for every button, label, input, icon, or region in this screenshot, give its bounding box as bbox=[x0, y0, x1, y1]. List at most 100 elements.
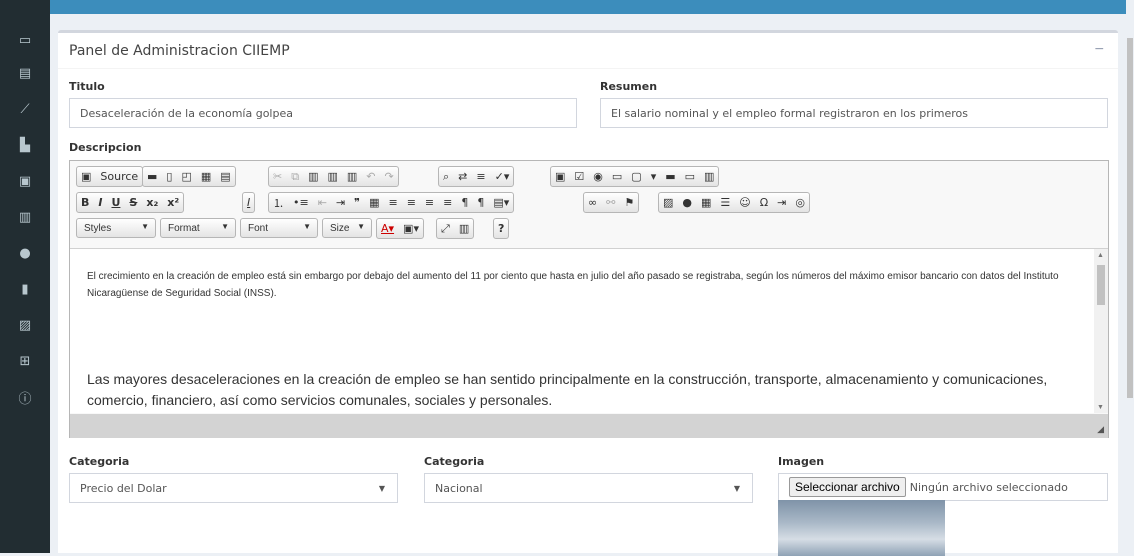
radio-icon[interactable]: ◉ bbox=[593, 170, 603, 183]
align-center-icon[interactable]: ≡ bbox=[407, 196, 416, 209]
titulo-input[interactable]: Desaceleración de la economía golpea bbox=[69, 98, 577, 128]
div-icon[interactable]: ▦ bbox=[369, 196, 379, 209]
select-all-icon[interactable]: ≡ bbox=[476, 170, 485, 183]
table-icon[interactable]: ▦ bbox=[701, 196, 711, 209]
save-icon[interactable]: ▬ bbox=[147, 170, 157, 183]
superscript-icon[interactable]: x² bbox=[167, 196, 179, 209]
maximize-icon[interactable]: ⤢ bbox=[441, 222, 450, 236]
plus-square-icon[interactable]: ⊞ bbox=[0, 351, 50, 371]
ltr-icon[interactable]: ¶ bbox=[461, 196, 468, 209]
insert-image-icon[interactable]: ▨ bbox=[663, 196, 673, 209]
scroll-down-icon[interactable]: ▼ bbox=[1097, 404, 1104, 411]
horizontal-rule-icon[interactable]: ☰ bbox=[720, 196, 730, 209]
cut-icon[interactable]: ✂ bbox=[273, 170, 282, 183]
outdent-icon[interactable]: ⇤ bbox=[318, 196, 327, 209]
editor-scrollbar[interactable]: ▲ ▼ bbox=[1094, 249, 1108, 413]
spellcheck-icon[interactable]: ✓▾ bbox=[495, 170, 510, 183]
format-dropdown[interactable]: Format ▼ bbox=[160, 218, 236, 238]
styles-dropdown[interactable]: Styles ▼ bbox=[76, 218, 156, 238]
bg-color-icon[interactable]: ▣▾ bbox=[403, 222, 419, 235]
indent-icon[interactable]: ⇥ bbox=[336, 196, 345, 209]
rtl-icon[interactable]: ¶ bbox=[477, 196, 484, 209]
paste-text-icon[interactable]: ▥ bbox=[327, 170, 337, 183]
align-right-icon[interactable]: ≡ bbox=[425, 196, 434, 209]
paste-word-icon[interactable]: ▥ bbox=[347, 170, 357, 183]
book-icon[interactable]: ▥ bbox=[0, 207, 50, 227]
pdf-icon[interactable]: ▣ bbox=[0, 171, 50, 191]
file-icon[interactable]: ▮ bbox=[0, 279, 50, 299]
form-icon[interactable]: ▣ bbox=[555, 170, 565, 183]
undo-icon[interactable]: ↶ bbox=[366, 170, 375, 183]
size-dropdown[interactable]: Size ▼ bbox=[322, 218, 372, 238]
page-scrollbar-thumb[interactable] bbox=[1127, 38, 1133, 398]
flash-icon[interactable]: ● bbox=[682, 196, 692, 209]
bar-chart-icon[interactable]: ▙ bbox=[0, 135, 50, 155]
new-page-icon[interactable]: ▯ bbox=[166, 170, 172, 183]
paste-icon[interactable]: ▥ bbox=[308, 170, 318, 183]
iframe-icon[interactable]: ◎ bbox=[795, 196, 805, 209]
replace-icon[interactable]: ⇄ bbox=[458, 170, 467, 183]
collapse-button[interactable]: − bbox=[1095, 41, 1104, 59]
editor-content[interactable]: El crecimiento en la creación de empleo … bbox=[70, 248, 1108, 413]
hidden-field-icon[interactable]: ▥ bbox=[704, 170, 714, 183]
categoria-select[interactable]: Precio del Dolar ▼ bbox=[69, 473, 398, 503]
choose-file-button[interactable]: Seleccionar archivo bbox=[789, 477, 906, 497]
comments-icon[interactable]: ● bbox=[0, 243, 50, 263]
smiley-icon[interactable]: ☺ bbox=[739, 196, 750, 209]
checkbox-icon[interactable]: ☑ bbox=[574, 170, 584, 183]
resumen-label: Resumen bbox=[600, 80, 658, 93]
font-dropdown[interactable]: Font ▼ bbox=[240, 218, 318, 238]
anchor-icon[interactable]: ⚑ bbox=[624, 196, 634, 209]
select-icon[interactable]: ▾ bbox=[651, 170, 657, 183]
remove-format-icon[interactable]: I bbox=[247, 196, 250, 209]
resumen-input[interactable]: El salario nominal y el empleo formal re… bbox=[600, 98, 1108, 128]
link-icon[interactable]: ∞ bbox=[588, 196, 597, 209]
numbered-list-icon[interactable]: ⒈ bbox=[273, 195, 284, 211]
templates-icon[interactable]: ▤ bbox=[220, 170, 230, 183]
image-icon[interactable]: ▨ bbox=[0, 315, 50, 335]
categoria-select-2[interactable]: Nacional ▼ bbox=[424, 473, 753, 503]
bold-icon[interactable]: B bbox=[81, 196, 89, 209]
id-card-icon[interactable]: ▤ bbox=[0, 63, 50, 83]
language-icon[interactable]: ▤▾ bbox=[493, 196, 509, 209]
textarea-icon[interactable]: ▢ bbox=[631, 170, 641, 183]
line-chart-icon[interactable]: ⟋ bbox=[0, 99, 50, 119]
preview-icon[interactable]: ◰ bbox=[181, 170, 191, 183]
blockquote-icon[interactable]: ❞ bbox=[354, 196, 360, 209]
text-color-icon[interactable]: A▾ bbox=[381, 222, 394, 235]
resize-handle-icon[interactable]: ◢ bbox=[1097, 424, 1104, 435]
descripcion-label: Descripcion bbox=[69, 141, 142, 154]
toolbar-row-3: Styles ▼ Format ▼ Font ▼ Size ▼ A▾ ▣▾ ⤢ ▥ ? bbox=[70, 217, 1108, 241]
sidebar: ▭ ▤ ⟋ ▙ ▣ ▥ ● ▮ ▨ ⊞ ⓘ bbox=[0, 0, 50, 553]
file-input[interactable]: Seleccionar archivo Ningún archivo selec… bbox=[778, 473, 1108, 501]
print-icon[interactable]: ▦ bbox=[201, 170, 211, 183]
categoria-label-2: Categoria bbox=[424, 455, 485, 468]
image-button-icon[interactable]: ▭ bbox=[685, 170, 695, 183]
button-icon[interactable]: ▬ bbox=[665, 170, 675, 183]
strike-icon[interactable]: S bbox=[129, 196, 137, 209]
underline-icon[interactable]: U bbox=[111, 196, 120, 209]
align-justify-icon[interactable]: ≡ bbox=[443, 196, 452, 209]
show-blocks-icon[interactable]: ▥ bbox=[459, 222, 469, 235]
bulleted-list-icon[interactable]: •≡ bbox=[293, 196, 309, 209]
copy-icon[interactable]: ⧉ bbox=[291, 170, 299, 184]
align-left-icon[interactable]: ≡ bbox=[388, 196, 397, 209]
subscript-icon[interactable]: x₂ bbox=[146, 196, 158, 209]
info-icon[interactable]: ⓘ bbox=[0, 387, 50, 407]
laptop-icon[interactable]: ▭ bbox=[0, 30, 50, 50]
page-break-icon[interactable]: ⇥ bbox=[777, 196, 786, 209]
find-icon[interactable]: ⌕ bbox=[443, 170, 449, 184]
scrollbar-thumb[interactable] bbox=[1097, 265, 1105, 305]
clipboard-group: ✂ ⧉ ▥ ▥ ▥ ↶ ↷ bbox=[268, 166, 399, 187]
unlink-icon[interactable]: ⚯ bbox=[606, 196, 615, 209]
textfield-icon[interactable]: ▭ bbox=[612, 170, 622, 183]
page-scrollbar[interactable] bbox=[1126, 0, 1134, 553]
image-preview bbox=[778, 500, 945, 556]
styles-label: Styles bbox=[84, 223, 112, 234]
redo-icon[interactable]: ↷ bbox=[385, 170, 394, 183]
special-char-icon[interactable]: Ω bbox=[760, 196, 768, 209]
source-button[interactable]: Source bbox=[100, 170, 138, 183]
help-button[interactable]: ? bbox=[498, 222, 504, 235]
scroll-up-icon[interactable]: ▲ bbox=[1097, 252, 1104, 259]
italic-icon[interactable]: I bbox=[98, 196, 102, 209]
